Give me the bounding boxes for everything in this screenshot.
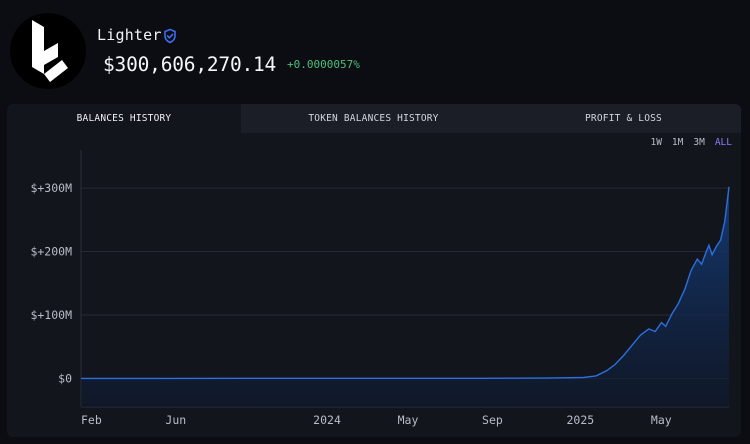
x-tick-label: May (651, 413, 672, 427)
x-tick-label: Feb (81, 413, 102, 427)
entity-name[interactable]: Lighter (97, 26, 162, 44)
x-tick-label: May (398, 413, 419, 427)
x-tick-label: Jun (165, 413, 186, 427)
history-card: BALANCES HISTORY TOKEN BALANCES HISTORY … (7, 104, 741, 437)
x-tick-label: 2024 (313, 413, 341, 427)
lighter-logo-icon (32, 20, 68, 82)
balance-history-chart: $+300M $+200M $+100M $0 Feb Jun 2024 May Sep 2025… (30, 150, 730, 427)
series-area (81, 186, 729, 407)
balance-change: +0.0000057% (287, 58, 360, 71)
verified-badge-icon (164, 28, 176, 44)
y-tick-label: $+300M (30, 181, 72, 195)
y-tick-label: $+100M (30, 308, 72, 322)
x-tick-label: Sep (482, 413, 503, 427)
y-tick-label: $+200M (30, 245, 72, 259)
y-tick-label: $0 (58, 371, 72, 385)
x-tick-label: 2025 (566, 413, 594, 427)
wallet-header: Lighter $300,606,270.14 +0.0000057% (0, 0, 750, 100)
total-balance: $300,606,270.14 (103, 53, 277, 76)
lighter-logo (10, 13, 86, 89)
